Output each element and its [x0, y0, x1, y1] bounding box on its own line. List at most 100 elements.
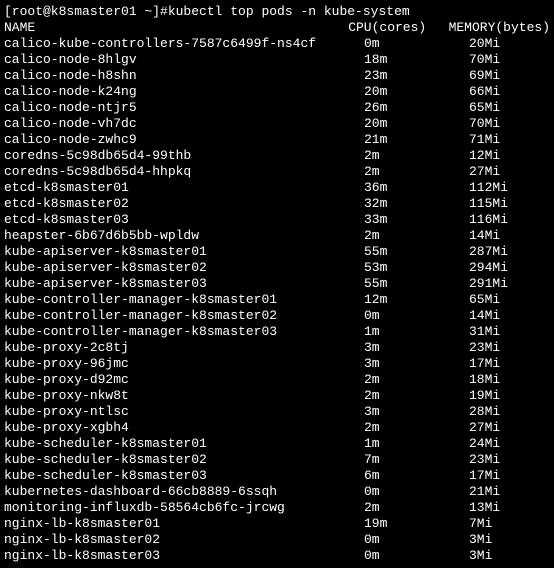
table-row: etcd-k8smaster0333m116Mi [4, 212, 550, 228]
pod-cpu: 3m [364, 340, 469, 356]
header-name: NAME [4, 20, 348, 36]
pod-name: kube-controller-manager-k8smaster02 [4, 308, 364, 324]
table-row: heapster-6b67d6b5bb-wpldw2m14Mi [4, 228, 550, 244]
pod-memory: 69Mi [469, 68, 550, 84]
table-row: kube-controller-manager-k8smaster031m31M… [4, 324, 550, 340]
table-row: calico-node-vh7dc20m70Mi [4, 116, 550, 132]
pod-memory: 3Mi [469, 532, 550, 548]
pod-name: kube-proxy-96jmc [4, 356, 364, 372]
pod-memory: 17Mi [469, 356, 550, 372]
table-row: nginx-lb-k8smaster0119m7Mi [4, 516, 550, 532]
pod-cpu: 2m [364, 388, 469, 404]
pod-memory: 294Mi [469, 260, 550, 276]
pod-cpu: 1m [364, 436, 469, 452]
pod-cpu: 0m [364, 484, 469, 500]
command-line[interactable]: [root@k8smaster01 ~]# kubectl top pods -… [4, 4, 550, 20]
pod-memory: 17Mi [469, 468, 550, 484]
pod-name: etcd-k8smaster01 [4, 180, 364, 196]
table-row: kubernetes-dashboard-66cb8889-6ssqh0m21M… [4, 484, 550, 500]
pod-name: calico-node-ntjr5 [4, 100, 364, 116]
pod-memory: 14Mi [469, 308, 550, 324]
pod-memory: 3Mi [469, 548, 550, 564]
pod-memory: 19Mi [469, 388, 550, 404]
pod-cpu: 2m [364, 372, 469, 388]
header-memory: MEMORY(bytes) [449, 20, 550, 36]
table-row: kube-scheduler-k8smaster011m24Mi [4, 436, 550, 452]
table-body: calico-kube-controllers-7587c6499f-ns4cf… [4, 36, 550, 564]
pod-cpu: 0m [364, 532, 469, 548]
pod-cpu: 21m [364, 132, 469, 148]
table-row: kube-apiserver-k8smaster0355m291Mi [4, 276, 550, 292]
pod-name: kube-controller-manager-k8smaster03 [4, 324, 364, 340]
pod-name: nginx-lb-k8smaster02 [4, 532, 364, 548]
pod-memory: 291Mi [469, 276, 550, 292]
pod-name: etcd-k8smaster02 [4, 196, 364, 212]
pod-memory: 70Mi [469, 116, 550, 132]
pod-cpu: 0m [364, 308, 469, 324]
pod-cpu: 23m [364, 68, 469, 84]
pod-name: calico-node-zwhc9 [4, 132, 364, 148]
pod-name: kube-apiserver-k8smaster02 [4, 260, 364, 276]
pod-name: kubernetes-dashboard-66cb8889-6ssqh [4, 484, 364, 500]
table-row: kube-controller-manager-k8smaster020m14M… [4, 308, 550, 324]
pod-name: coredns-5c98db65d4-hhpkq [4, 164, 364, 180]
pod-cpu: 1m [364, 324, 469, 340]
pod-memory: 18Mi [469, 372, 550, 388]
table-row: kube-scheduler-k8smaster036m17Mi [4, 468, 550, 484]
shell-prompt: [root@k8smaster01 ~]# [4, 4, 168, 20]
pod-memory: 287Mi [469, 244, 550, 260]
pod-name: calico-node-h8shn [4, 68, 364, 84]
table-row: kube-proxy-nkw8t2m19Mi [4, 388, 550, 404]
pod-name: monitoring-influxdb-58564cb6fc-jrcwg [4, 500, 364, 516]
pod-name: kube-proxy-nkw8t [4, 388, 364, 404]
pod-cpu: 55m [364, 244, 469, 260]
pod-memory: 23Mi [469, 340, 550, 356]
pod-cpu: 20m [364, 116, 469, 132]
pod-cpu: 36m [364, 180, 469, 196]
pod-cpu: 18m [364, 52, 469, 68]
table-row: nginx-lb-k8smaster020m3Mi [4, 532, 550, 548]
table-row: coredns-5c98db65d4-99thb2m12Mi [4, 148, 550, 164]
pod-cpu: 2m [364, 148, 469, 164]
pod-memory: 24Mi [469, 436, 550, 452]
pod-cpu: 2m [364, 500, 469, 516]
pod-memory: 70Mi [469, 52, 550, 68]
pod-name: kube-apiserver-k8smaster01 [4, 244, 364, 260]
table-row: kube-controller-manager-k8smaster0112m65… [4, 292, 550, 308]
table-row: kube-proxy-96jmc3m17Mi [4, 356, 550, 372]
table-row: calico-node-k24ng20m66Mi [4, 84, 550, 100]
pod-name: calico-node-vh7dc [4, 116, 364, 132]
pod-memory: 65Mi [469, 100, 550, 116]
pod-cpu: 12m [364, 292, 469, 308]
pod-memory: 116Mi [469, 212, 550, 228]
table-row: etcd-k8smaster0136m112Mi [4, 180, 550, 196]
pod-cpu: 2m [364, 420, 469, 436]
table-row: coredns-5c98db65d4-hhpkq2m27Mi [4, 164, 550, 180]
table-row: kube-proxy-ntlsc3m28Mi [4, 404, 550, 420]
pod-cpu: 32m [364, 196, 469, 212]
pod-cpu: 2m [364, 164, 469, 180]
table-row: calico-node-ntjr526m65Mi [4, 100, 550, 116]
table-row: monitoring-influxdb-58564cb6fc-jrcwg2m13… [4, 500, 550, 516]
pod-memory: 23Mi [469, 452, 550, 468]
pod-memory: 7Mi [469, 516, 550, 532]
table-row: kube-proxy-xgbh42m27Mi [4, 420, 550, 436]
table-row: calico-node-h8shn23m69Mi [4, 68, 550, 84]
pod-name: calico-node-8hlgv [4, 52, 364, 68]
pod-memory: 27Mi [469, 164, 550, 180]
pod-name: etcd-k8smaster03 [4, 212, 364, 228]
table-row: kube-apiserver-k8smaster0253m294Mi [4, 260, 550, 276]
pod-cpu: 6m [364, 468, 469, 484]
pod-name: nginx-lb-k8smaster01 [4, 516, 364, 532]
command-text: kubectl top pods -n kube-system [168, 4, 410, 20]
pod-name: calico-node-k24ng [4, 84, 364, 100]
pod-name: kube-scheduler-k8smaster03 [4, 468, 364, 484]
table-header-row: NAME CPU(cores) MEMORY(bytes) [4, 20, 550, 36]
pod-memory: 112Mi [469, 180, 550, 196]
pod-cpu: 0m [364, 548, 469, 564]
pod-name: kube-proxy-d92mc [4, 372, 364, 388]
pod-cpu: 19m [364, 516, 469, 532]
pod-cpu: 20m [364, 84, 469, 100]
pod-name: kube-proxy-ntlsc [4, 404, 364, 420]
pod-memory: 14Mi [469, 228, 550, 244]
